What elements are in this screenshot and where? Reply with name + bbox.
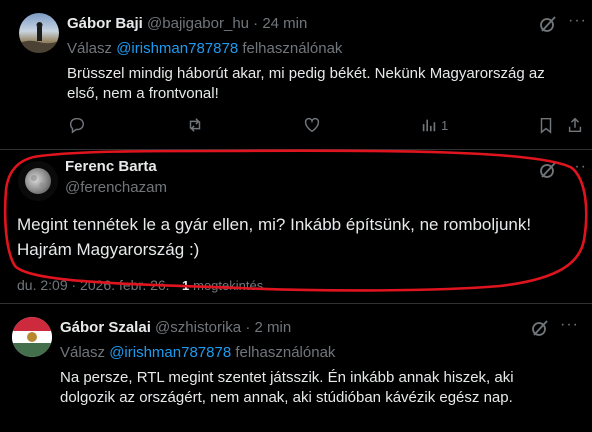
author-handle[interactable]: @bajigabor_hu — [147, 15, 249, 32]
reply-suffix: felhasználónak — [242, 40, 343, 57]
heart-icon[interactable] — [303, 115, 321, 135]
grok-icon[interactable] — [538, 14, 558, 34]
post-gabor-baji[interactable]: Gábor Baji @bajigabor_hu · 24 min Válasz… — [0, 0, 592, 150]
views-button[interactable]: 1 — [420, 115, 448, 135]
views-icon — [422, 119, 436, 132]
avatar[interactable] — [19, 13, 59, 53]
post-text: Brüsszel mindig háborút akar, mi pedig b… — [67, 65, 545, 102]
reply-icon[interactable] — [68, 115, 86, 135]
more-icon[interactable]: ··· — [560, 316, 579, 334]
author-handle[interactable]: @ferenchazam — [65, 179, 167, 196]
grok-icon[interactable] — [538, 160, 558, 180]
post-text: Na persze, RTL megint szentet játsszik. … — [60, 369, 514, 406]
more-icon[interactable]: ··· — [568, 12, 587, 30]
views-count: 1 — [441, 117, 449, 133]
author-name[interactable]: Gábor Baji — [67, 15, 143, 32]
author-handle[interactable]: @szhistorika — [155, 319, 241, 336]
avatar-photo — [19, 22, 59, 53]
reply-suffix: felhasználónak — [235, 344, 336, 361]
author-name[interactable]: Ferenc Barta — [65, 158, 157, 175]
reply-prefix: Válasz — [67, 40, 113, 57]
views-label: megtekintés — [193, 278, 264, 293]
reply-to-link[interactable]: @irishman787878 — [109, 344, 231, 361]
flag-avatar — [12, 317, 52, 357]
reply-to-link[interactable]: @irishman787878 — [116, 40, 238, 57]
grok-icon[interactable] — [530, 318, 550, 338]
moon-avatar — [25, 168, 51, 194]
reply-prefix: Válasz — [60, 344, 106, 361]
avatar[interactable] — [12, 317, 52, 357]
author-name[interactable]: Gábor Szalai — [60, 319, 151, 336]
avatar[interactable] — [18, 161, 58, 201]
retweet-icon[interactable] — [186, 115, 204, 135]
more-icon[interactable]: ··· — [568, 158, 587, 176]
post-ferenc-barta[interactable]: Ferenc Barta @ferenchazam ··· Megint ten… — [0, 150, 592, 298]
post-text: Megint tennétek le a gyár ellen, mi? Ink… — [17, 215, 532, 259]
post-time[interactable]: · 24 min — [253, 15, 307, 32]
post-time[interactable]: · 2 min — [245, 319, 291, 336]
share-icon[interactable] — [566, 115, 584, 135]
post-timestamp[interactable]: du. 2:09 · 2026. febr. 26. · — [17, 277, 178, 293]
bookmark-icon[interactable] — [537, 115, 555, 135]
views-count: 1 — [182, 278, 190, 293]
post-gabor-szalai[interactable]: Gábor Szalai @szhistorika · 2 min Válasz… — [0, 304, 592, 432]
